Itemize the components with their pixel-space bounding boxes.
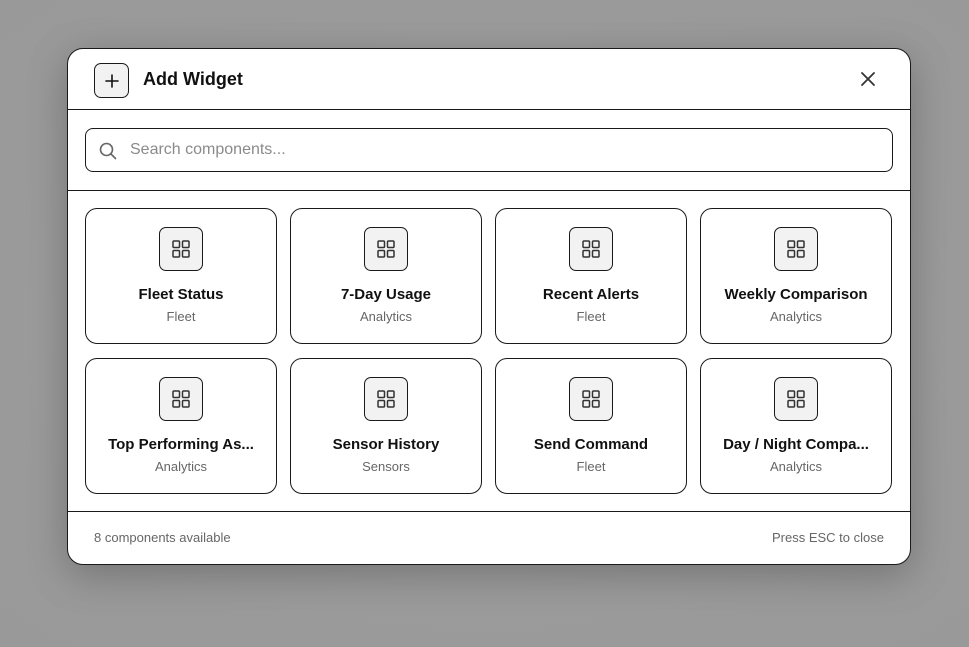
esc-hint: Press ESC to close [772,530,884,545]
component-title: Day / Night Compa... [723,436,869,453]
component-card-8[interactable]: Day / Night Compa... Analytics [700,358,892,494]
grid-icon [569,227,613,271]
grid-icon [159,227,203,271]
component-count: 8 components available [94,530,231,545]
component-title: Fleet Status [138,286,224,303]
grid-icon [569,377,613,421]
component-card-1[interactable]: Fleet Status Fleet [85,208,277,344]
component-title: 7-Day Usage [340,286,432,303]
search-section [68,110,910,191]
plus-icon [94,63,129,98]
dialog-header: Add Widget [68,49,910,110]
component-card-2[interactable]: 7-Day Usage Analytics [290,208,482,344]
search-icon [99,142,117,160]
component-category: Fleet [576,459,606,474]
grid-icon [159,377,203,421]
close-icon [861,72,875,86]
add-widget-dialog: Add Widget Fleet Status Fleet [67,48,911,565]
component-category: Analytics [769,309,823,324]
component-title: Send Command [533,436,649,453]
grid-icon [774,227,818,271]
component-category: Fleet [576,309,606,324]
dialog-footer: 8 components available Press ESC to clos… [68,511,910,564]
grid-icon [364,227,408,271]
component-category: Analytics [359,309,413,324]
dialog-title: Add Widget [143,69,243,89]
component-title: Sensor History [332,436,440,453]
component-card-6[interactable]: Sensor History Sensors [290,358,482,494]
component-card-4[interactable]: Weekly Comparison Analytics [700,208,892,344]
search-input[interactable] [130,137,870,163]
grid-icon [774,377,818,421]
component-grid: Fleet Status Fleet 7-Day Usage Analytics… [85,208,893,494]
component-category: Analytics [154,459,208,474]
component-title: Top Performing As... [108,436,254,453]
component-category: Fleet [166,309,196,324]
component-card-3[interactable]: Recent Alerts Fleet [495,208,687,344]
component-title: Recent Alerts [542,286,640,303]
component-category: Sensors [362,459,410,474]
grid-icon [364,377,408,421]
component-card-5[interactable]: Top Performing As... Analytics [85,358,277,494]
search-box[interactable] [85,128,893,172]
close-button[interactable] [856,67,880,91]
component-title: Weekly Comparison [724,286,868,303]
component-card-7[interactable]: Send Command Fleet [495,358,687,494]
component-category: Analytics [769,459,823,474]
